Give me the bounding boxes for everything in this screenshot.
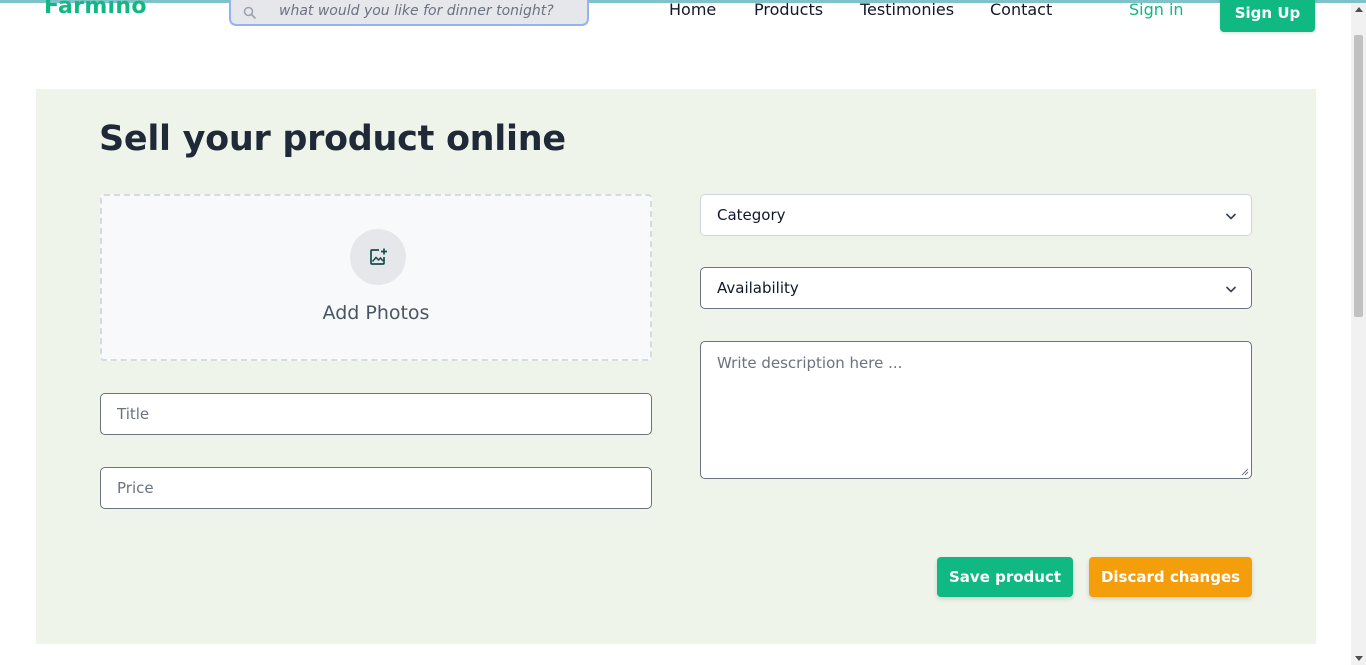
price-input[interactable] xyxy=(101,468,651,508)
save-product-button[interactable]: Save product xyxy=(937,557,1073,597)
add-image-icon xyxy=(370,248,387,265)
sign-in-link[interactable]: Sign in xyxy=(1129,0,1184,19)
title-field[interactable] xyxy=(100,393,652,435)
scroll-down-arrow-icon[interactable] xyxy=(1355,656,1363,661)
category-select[interactable]: Category xyxy=(700,194,1252,236)
search-bar[interactable] xyxy=(229,0,589,26)
add-photo-button[interactable] xyxy=(350,229,406,285)
discard-changes-button[interactable]: Discard changes xyxy=(1089,557,1252,597)
title-input[interactable] xyxy=(101,394,651,434)
nav-products[interactable]: Products xyxy=(754,0,823,19)
search-icon xyxy=(243,6,257,20)
scrollbar-thumb[interactable] xyxy=(1354,35,1363,317)
resize-handle-icon[interactable] xyxy=(1241,468,1249,476)
price-field[interactable] xyxy=(100,467,652,509)
sign-up-button[interactable]: Sign Up xyxy=(1220,0,1315,32)
add-photos-dropzone[interactable]: Add Photos xyxy=(100,194,652,361)
chevron-down-icon xyxy=(1225,286,1237,293)
chevron-down-icon xyxy=(1225,213,1237,220)
nav-home[interactable]: Home xyxy=(669,0,716,19)
description-field[interactable] xyxy=(700,341,1252,479)
brand-logo[interactable]: Farmino xyxy=(44,0,147,19)
category-select-value: Category xyxy=(717,206,786,224)
vertical-scrollbar[interactable] xyxy=(1351,3,1366,665)
scroll-up-arrow-icon[interactable] xyxy=(1355,7,1363,12)
nav-contact[interactable]: Contact xyxy=(990,0,1052,19)
nav-testimonies[interactable]: Testimonies xyxy=(860,0,954,19)
availability-select-value: Availability xyxy=(717,279,799,297)
add-photos-label: Add Photos xyxy=(322,302,430,324)
availability-select[interactable]: Availability xyxy=(700,267,1252,309)
description-textarea[interactable] xyxy=(701,342,1251,478)
search-input[interactable] xyxy=(279,1,569,21)
page-title: Sell your product online xyxy=(99,119,566,159)
